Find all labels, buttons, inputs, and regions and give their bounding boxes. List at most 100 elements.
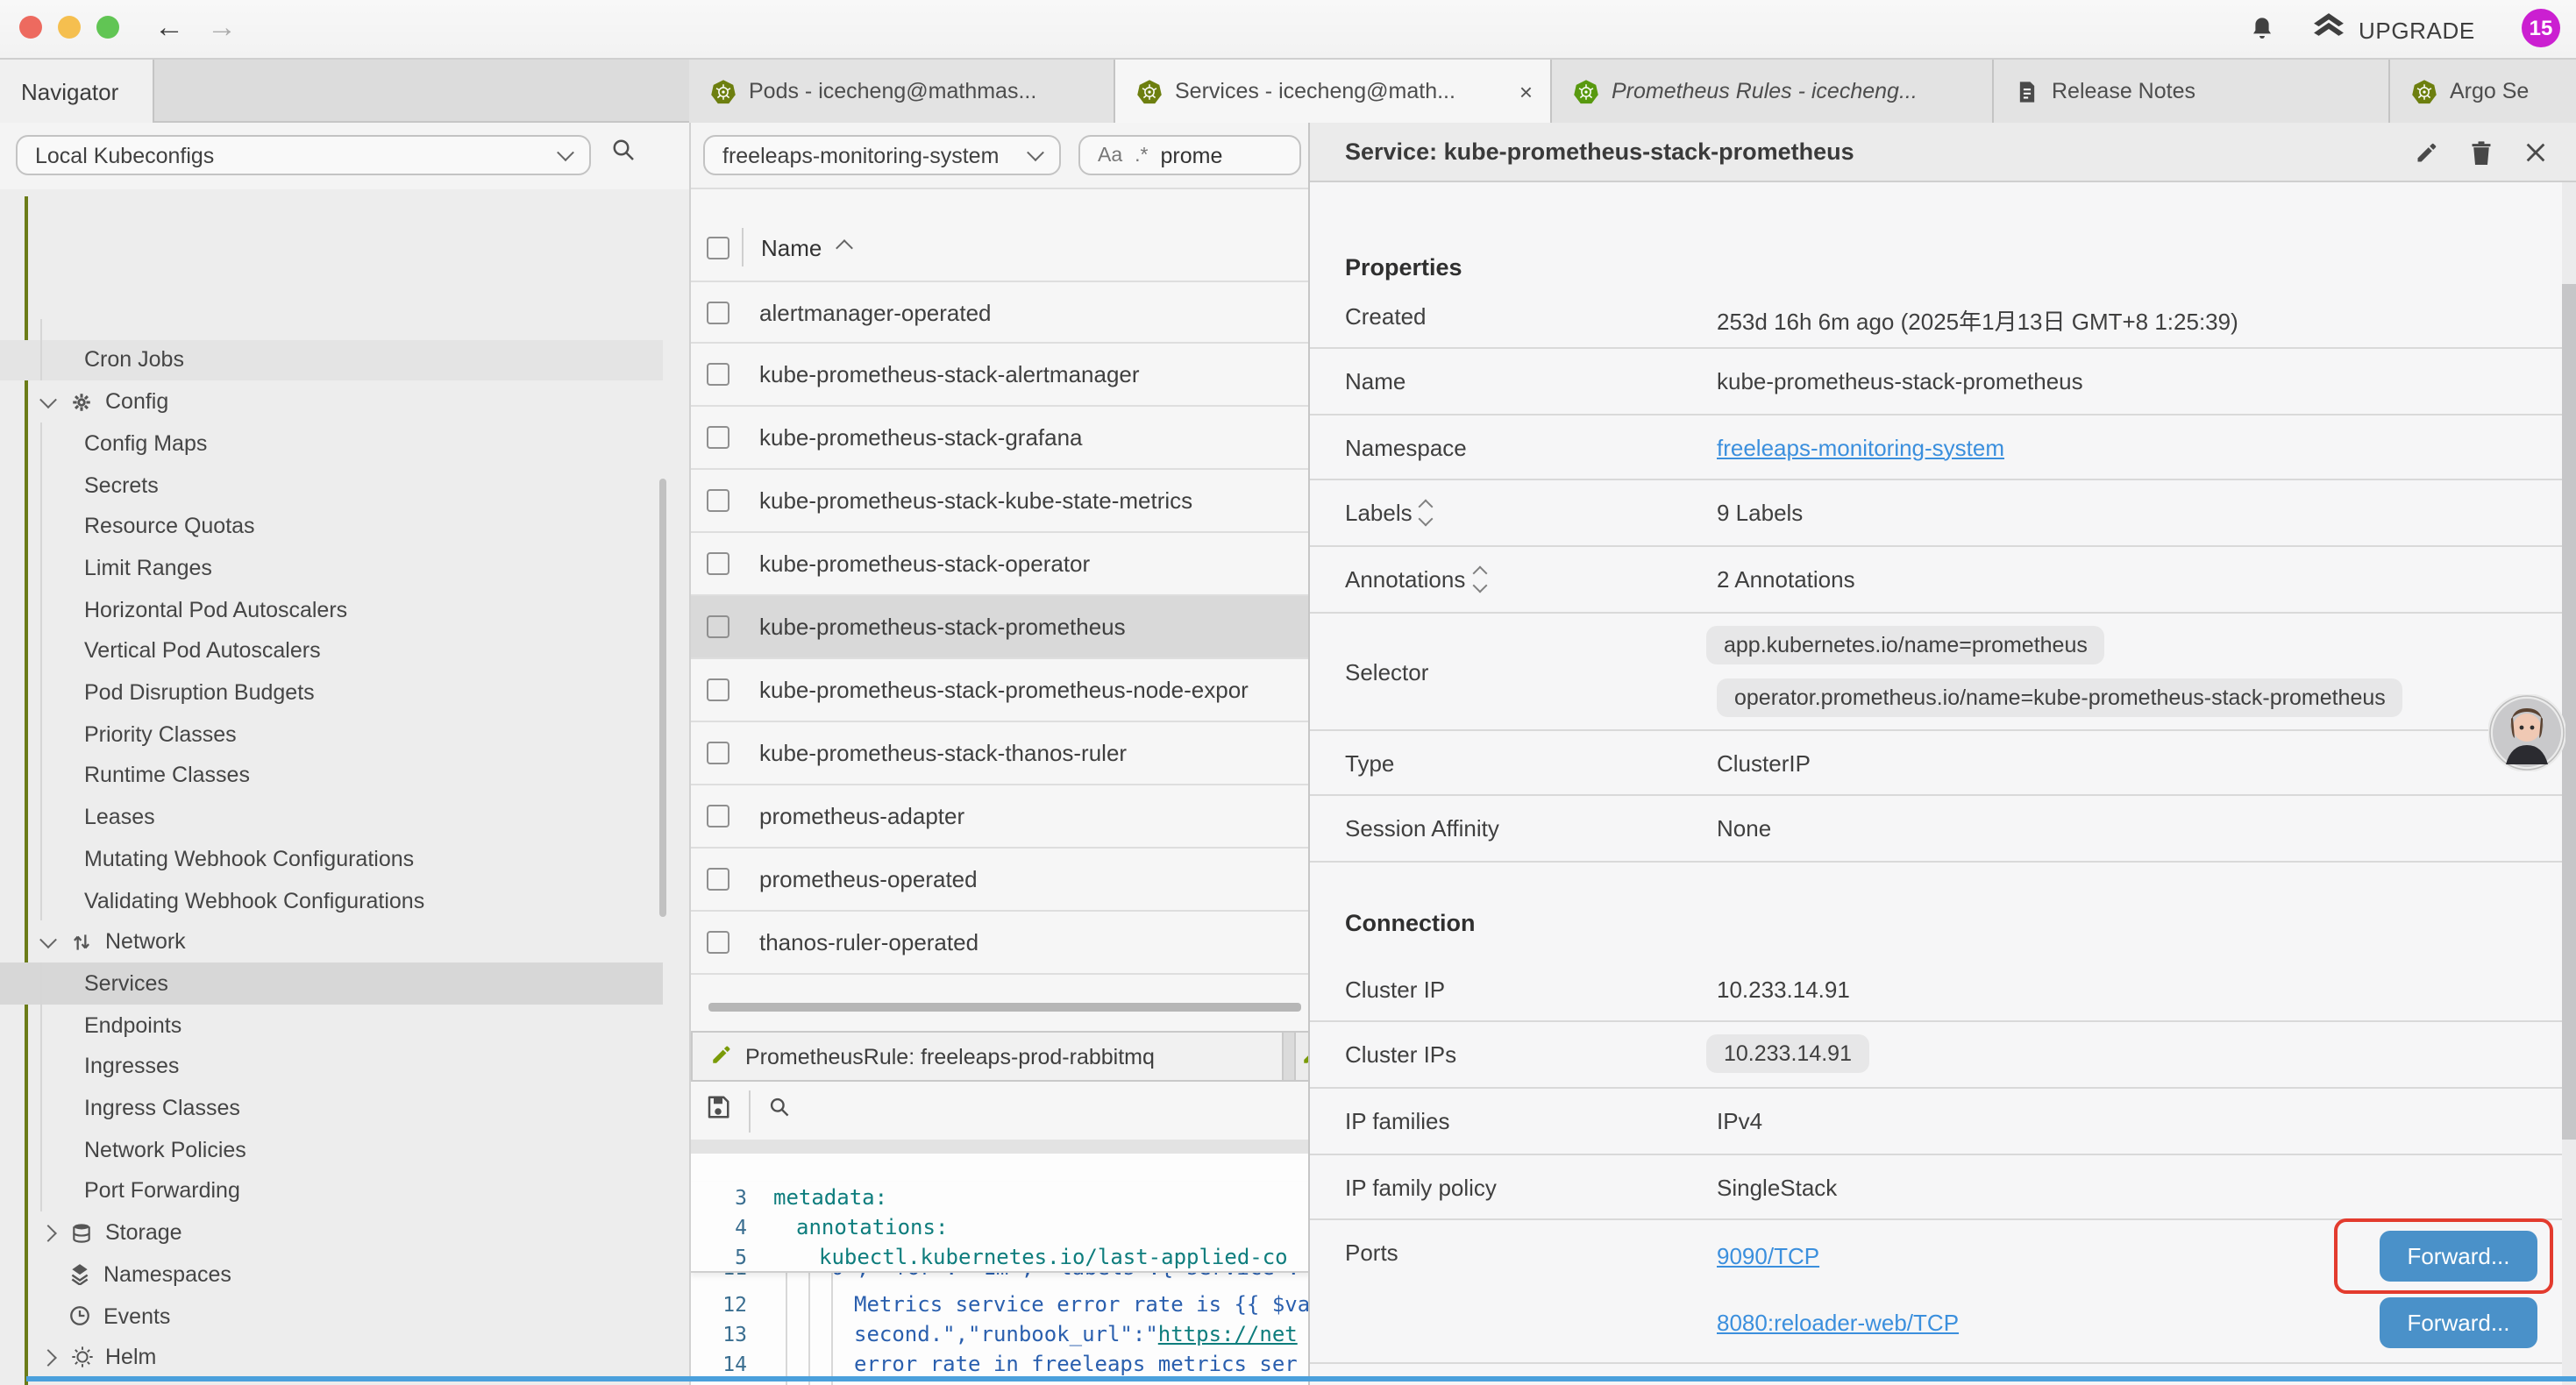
table-row[interactable]: prometheus-adapter	[691, 785, 1308, 849]
sidebar-item-endpoints[interactable]: Endpoints	[0, 1005, 663, 1046]
row-checkbox[interactable]	[707, 552, 729, 575]
sidebar-item-secrets[interactable]: Secrets	[0, 464, 663, 505]
chevron-right-icon[interactable]	[39, 1349, 57, 1367]
tab-argo-se[interactable]: Argo Se	[2390, 60, 2576, 123]
edit-pencil-icon[interactable]	[2415, 140, 2439, 174]
expand-sort-icon[interactable]	[1421, 501, 1432, 524]
sidebar-item-config[interactable]: Config	[0, 381, 663, 423]
editor-search-icon[interactable]	[768, 1095, 791, 1126]
row-checkbox[interactable]	[707, 805, 729, 827]
row-checkbox[interactable]	[707, 489, 729, 512]
forward-button[interactable]: →	[207, 11, 237, 46]
code-line-5: 5kubectl.kubernetes.io/last-applied-co	[691, 1241, 1308, 1271]
sidebar-item-validating-webhook-configurations[interactable]: Validating Webhook Configurations	[0, 879, 663, 920]
row-checkbox[interactable]	[707, 868, 729, 891]
row-checkbox[interactable]	[707, 363, 729, 386]
table-row[interactable]: thanos-ruler-operated	[691, 912, 1308, 975]
close-window-button[interactable]	[19, 16, 42, 39]
sidebar-item-label: Runtime Classes	[84, 764, 250, 788]
sidebar-item-namespaces[interactable]: Namespaces	[0, 1254, 663, 1295]
row-checkbox[interactable]	[707, 931, 729, 954]
tab-navigator[interactable]: Navigator	[0, 60, 154, 123]
sidebar-item-storage[interactable]: Storage	[0, 1212, 663, 1254]
table-row[interactable]: kube-prometheus-stack-thanos-ruler	[691, 722, 1308, 785]
filter-search-input[interactable]: Aa .* prome	[1078, 135, 1301, 175]
row-checkbox[interactable]	[707, 426, 729, 449]
code-link[interactable]: https://net	[1158, 1321, 1298, 1346]
horizontal-scrollbar[interactable]	[708, 1003, 1301, 1012]
resource-name: kube-prometheus-stack-alertmanager	[759, 361, 1140, 387]
close-icon[interactable]	[2523, 140, 2548, 174]
sidebar-item-label: Port Forwarding	[84, 1179, 240, 1204]
regex-toggle[interactable]: .*	[1135, 145, 1148, 166]
table-row[interactable]: kube-prometheus-stack-prometheus-node-ex…	[691, 659, 1308, 722]
kubeconfig-selector[interactable]: Local Kubeconfigs	[16, 135, 591, 175]
tab-prometheus-rules-icecheng[interactable]: Prometheus Rules - icecheng...	[1552, 60, 1994, 123]
table-row[interactable]: alertmanager-operated	[691, 281, 1308, 344]
expand-sort-icon[interactable]	[1474, 568, 1484, 591]
sidebar-item-network[interactable]: Network	[0, 921, 663, 962]
namespace-selector[interactable]: freeleaps-monitoring-system	[703, 135, 1061, 175]
table-row[interactable]: kube-prometheus-stack-prometheus	[691, 596, 1308, 659]
chevron-down-icon[interactable]	[39, 391, 57, 408]
editor-tab-partial[interactable]	[1294, 1031, 1308, 1080]
tree-indent-guide	[40, 962, 42, 1211]
row-checkbox[interactable]	[707, 301, 729, 323]
notifications-bell-icon[interactable]	[2248, 14, 2276, 53]
table-row[interactable]: kube-prometheus-stack-alertmanager	[691, 344, 1308, 407]
row-checkbox[interactable]	[707, 742, 729, 764]
tab-pods-icecheng-mathmas[interactable]: Pods - icecheng@mathmas...	[689, 60, 1115, 123]
port-link[interactable]: 8080:reloader-web/TCP	[1717, 1310, 1959, 1336]
resource-name: kube-prometheus-stack-grafana	[759, 424, 1083, 451]
user-avatar[interactable]	[2488, 694, 2565, 771]
name-column-header[interactable]: Name	[761, 234, 822, 260]
chevron-right-icon[interactable]	[39, 1224, 57, 1241]
save-icon[interactable]	[705, 1093, 731, 1128]
sidebar-item-ingress-classes[interactable]: Ingress Classes	[0, 1087, 663, 1128]
sidebar-search-icon[interactable]	[610, 137, 637, 172]
table-row[interactable]: kube-prometheus-stack-operator	[691, 533, 1308, 596]
tab-release-notes[interactable]: Release Notes	[1994, 60, 2390, 123]
delete-trash-icon[interactable]	[2469, 138, 2494, 175]
sidebar-item-cron-jobs[interactable]: Cron Jobs	[0, 339, 663, 380]
sidebar-item-runtime-classes[interactable]: Runtime Classes	[0, 755, 663, 796]
yaml-editor[interactable]: 3metadata:4annotations:5kubectl.kubernet…	[691, 1154, 1308, 1385]
detail-label: IP families	[1345, 1108, 1449, 1134]
sidebar-item-mutating-webhook-configurations[interactable]: Mutating Webhook Configurations	[0, 838, 663, 879]
sidebar-item-horizontal-pod-autoscalers[interactable]: Horizontal Pod Autoscalers	[0, 589, 663, 630]
sidebar-item-ingresses[interactable]: Ingresses	[0, 1046, 663, 1087]
sidebar-item-limit-ranges[interactable]: Limit Ranges	[0, 547, 663, 588]
sidebar-scrollbar[interactable]	[659, 479, 666, 917]
sidebar-item-helm[interactable]: Helm	[0, 1337, 663, 1378]
table-row[interactable]: kube-prometheus-stack-grafana	[691, 407, 1308, 470]
sidebar-item-pod-disruption-budgets[interactable]: Pod Disruption Budgets	[0, 671, 663, 713]
row-checkbox[interactable]	[707, 615, 729, 638]
sidebar-item-events[interactable]: Events	[0, 1295, 663, 1336]
tab-services-icecheng-math[interactable]: Services - icecheng@math...×	[1115, 60, 1552, 124]
match-case-toggle[interactable]: Aa	[1098, 145, 1122, 166]
sidebar-item-config-maps[interactable]: Config Maps	[0, 423, 663, 464]
maximize-window-button[interactable]	[96, 16, 119, 39]
tab-label: Argo Se	[2450, 79, 2529, 103]
row-checkbox[interactable]	[707, 678, 729, 701]
sidebar-item-vertical-pod-autoscalers[interactable]: Vertical Pod Autoscalers	[0, 630, 663, 671]
minimize-window-button[interactable]	[58, 16, 81, 39]
forward-button[interactable]: Forward...	[2380, 1297, 2537, 1348]
back-button[interactable]: ←	[154, 11, 184, 46]
port-link[interactable]: 9090/TCP	[1717, 1243, 1819, 1269]
upgrade-button[interactable]: UPGRADE	[2311, 0, 2475, 60]
sidebar-item-network-policies[interactable]: Network Policies	[0, 1129, 663, 1170]
notification-count-badge[interactable]: 15	[2522, 9, 2560, 47]
editor-tab-prometheusrule[interactable]: PrometheusRule: freeleaps-prod-rabbitmq	[691, 1031, 1284, 1080]
chevron-down-icon[interactable]	[39, 931, 57, 948]
namespace-link[interactable]: freeleaps-monitoring-system	[1717, 434, 2004, 460]
table-row[interactable]: kube-prometheus-stack-kube-state-metrics	[691, 470, 1308, 533]
close-tab-icon[interactable]: ×	[1509, 78, 1533, 104]
sidebar-item-priority-classes[interactable]: Priority Classes	[0, 714, 663, 755]
sidebar-item-services[interactable]: Services	[0, 962, 663, 1004]
table-row[interactable]: prometheus-operated	[691, 849, 1308, 912]
sidebar-item-resource-quotas[interactable]: Resource Quotas	[0, 506, 663, 547]
sidebar-item-port-forwarding[interactable]: Port Forwarding	[0, 1170, 663, 1211]
select-all-checkbox[interactable]	[707, 236, 729, 259]
sidebar-item-leases[interactable]: Leases	[0, 797, 663, 838]
